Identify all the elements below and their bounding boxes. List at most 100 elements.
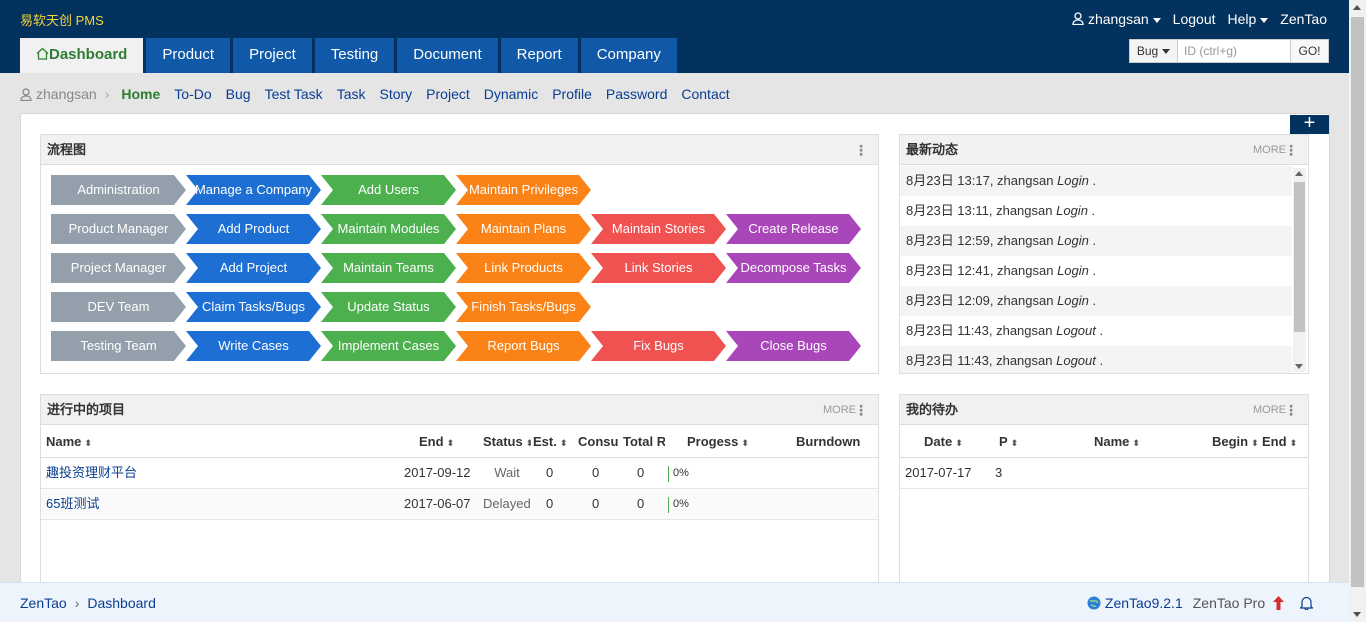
subnav-dynamic[interactable]: Dynamic bbox=[484, 86, 538, 102]
project-estimate: 0 bbox=[546, 465, 554, 480]
subnav-todo[interactable]: To-Do bbox=[174, 86, 211, 102]
tab-testing[interactable]: Testing bbox=[314, 38, 395, 73]
dynamic-item[interactable]: 8月23日 12:41, zhangsan Login . bbox=[900, 256, 1292, 286]
scroll-down-icon[interactable] bbox=[1353, 612, 1361, 617]
col-consumed[interactable]: Consu bbox=[578, 425, 620, 458]
subnav-home[interactable]: Home bbox=[121, 86, 160, 102]
flow-step: Add Project bbox=[186, 253, 321, 283]
sort-icon: ⬍ bbox=[559, 438, 568, 448]
col-estimate[interactable]: Est. ⬍ bbox=[533, 425, 567, 460]
zentao-link[interactable]: ZenTao bbox=[1280, 11, 1327, 27]
help-menu[interactable]: Help bbox=[1228, 11, 1269, 27]
more-link[interactable]: MORE bbox=[1253, 395, 1286, 425]
search-type-label: Bug bbox=[1136, 44, 1159, 58]
col-name[interactable]: Name ⬍ bbox=[46, 425, 92, 460]
col-burndown: Burndown bbox=[796, 434, 861, 449]
dynamic-item[interactable]: 8月23日 11:43, zhangsan Logout . bbox=[900, 346, 1292, 373]
brand-title[interactable]: 易软天创 PMS bbox=[20, 10, 104, 29]
more-link[interactable]: MORE bbox=[823, 395, 856, 425]
subnav-task[interactable]: Task bbox=[337, 86, 366, 102]
search-type-select[interactable]: Bug bbox=[1130, 40, 1178, 62]
search-go-button[interactable]: GO! bbox=[1290, 40, 1328, 62]
zentao-pro-link[interactable]: ZenTao Pro bbox=[1193, 595, 1284, 611]
bell-icon[interactable] bbox=[1300, 596, 1313, 610]
dynamic-item[interactable]: 8月23日 13:11, zhangsan Login . bbox=[900, 196, 1292, 226]
flow-step: Add Product bbox=[186, 214, 321, 244]
more-options-icon[interactable]: ⋮ bbox=[854, 395, 868, 425]
flow-row: Administration Manage a Company Add Users M… bbox=[51, 175, 591, 205]
tab-document[interactable]: Document bbox=[397, 38, 498, 73]
search-input[interactable]: ID (ctrl+g) bbox=[1178, 40, 1290, 62]
dynamic-scrollbar[interactable] bbox=[1293, 168, 1306, 372]
more-options-icon[interactable]: ⋮ bbox=[854, 135, 868, 165]
subnav-contact[interactable]: Contact bbox=[681, 86, 729, 102]
table-row[interactable]: 2017-07-17 3 bbox=[900, 458, 1308, 489]
panel-title: 进行中的项目 bbox=[47, 402, 126, 417]
tab-product[interactable]: Product bbox=[146, 38, 231, 73]
user-menu[interactable]: zhangsan bbox=[1072, 11, 1161, 27]
subnav-test-task[interactable]: Test Task bbox=[265, 86, 323, 102]
tab-report[interactable]: Report bbox=[500, 38, 578, 73]
col-end[interactable]: End ⬍ bbox=[1262, 425, 1297, 460]
scroll-thumb[interactable] bbox=[1294, 182, 1305, 332]
project-total: 0 bbox=[637, 465, 645, 480]
col-name[interactable]: Name ⬍ bbox=[1094, 425, 1140, 460]
dynamic-action: Logout bbox=[1056, 353, 1096, 368]
flow-step: Update Status bbox=[321, 292, 456, 322]
col-priority[interactable]: P ⬍ bbox=[999, 425, 1018, 460]
breadcrumb-zentao[interactable]: ZenTao bbox=[20, 595, 67, 611]
dynamic-item[interactable]: 8月23日 11:43, zhangsan Logout . bbox=[900, 316, 1292, 346]
col-end[interactable]: End ⬍ bbox=[419, 425, 454, 460]
page-scrollbar[interactable] bbox=[1349, 0, 1366, 622]
col-total[interactable]: Total R bbox=[623, 425, 665, 458]
user-icon bbox=[20, 87, 32, 101]
subnav-profile[interactable]: Profile bbox=[552, 86, 592, 102]
dynamic-tail: . bbox=[1091, 203, 1096, 218]
breadcrumb-dashboard[interactable]: Dashboard bbox=[87, 595, 156, 611]
subnav-story[interactable]: Story bbox=[379, 86, 412, 102]
scroll-down-icon[interactable] bbox=[1295, 364, 1303, 369]
user-menu-label: zhangsan bbox=[1087, 11, 1149, 27]
col-date[interactable]: Date ⬍ bbox=[924, 425, 963, 460]
flow-step: Manage a Company bbox=[186, 175, 321, 205]
dynamic-list: 8月23日 13:17, zhangsan Login . 8月23日 13:11… bbox=[900, 166, 1292, 373]
project-name-link[interactable]: 65班测试 bbox=[46, 489, 386, 519]
scroll-up-icon[interactable] bbox=[1295, 171, 1303, 176]
scroll-up-icon[interactable] bbox=[1353, 5, 1361, 10]
flow-step: Create Release bbox=[726, 214, 861, 244]
dynamic-date: 8月23日 11:43, zhangsan bbox=[906, 323, 1053, 338]
flow-step: Link Products bbox=[456, 253, 591, 283]
dynamic-item[interactable]: 8月23日 12:09, zhangsan Login . bbox=[900, 286, 1292, 316]
dynamic-tail: . bbox=[1092, 173, 1097, 188]
dynamic-item[interactable]: 8月23日 13:17, zhangsan Login . bbox=[900, 166, 1292, 196]
col-begin[interactable]: Begin ⬍ bbox=[1212, 425, 1259, 460]
subnav-project[interactable]: Project bbox=[426, 86, 470, 102]
scroll-thumb[interactable] bbox=[1351, 17, 1364, 587]
table-row[interactable]: 趣投资理财平台 2017-09-12 Wait 0 0 0 0% bbox=[41, 458, 878, 489]
tab-project[interactable]: Project bbox=[233, 38, 312, 73]
flow-row: Project Manager Add Project Maintain Teams… bbox=[51, 253, 861, 283]
col-progress[interactable]: Progess ⬍ bbox=[687, 425, 749, 460]
col-status[interactable]: Status⬍ bbox=[483, 425, 531, 460]
logout-link[interactable]: Logout bbox=[1173, 11, 1216, 27]
project-consumed: 0 bbox=[592, 465, 600, 480]
project-status: Delayed bbox=[483, 496, 531, 511]
dynamic-tail: . bbox=[1099, 353, 1104, 368]
add-block-button[interactable]: + bbox=[1290, 113, 1329, 134]
version-link[interactable]: ZenTao9.2.1 bbox=[1087, 595, 1183, 611]
todo-table-body: 2017-07-17 3 bbox=[900, 458, 1308, 489]
sort-icon: ⬍ bbox=[526, 438, 531, 448]
more-link[interactable]: MORE bbox=[1253, 135, 1286, 165]
more-options-icon[interactable]: ⋮ bbox=[1284, 135, 1298, 165]
subnav-bug[interactable]: Bug bbox=[226, 86, 251, 102]
more-options-icon[interactable]: ⋮ bbox=[1284, 395, 1298, 425]
project-name-link[interactable]: 趣投资理财平台 bbox=[46, 458, 386, 488]
top-header: 易软天创 PMS zhangsan Logout Help ZenTao Das… bbox=[0, 0, 1349, 73]
tab-dashboard[interactable]: Dashboard bbox=[20, 38, 144, 73]
breadcrumb-user[interactable]: zhangsan › bbox=[20, 86, 109, 102]
tab-company[interactable]: Company bbox=[580, 38, 677, 73]
todo-table-header: Date ⬍ P ⬍ Name ⬍ Begin ⬍ End ⬍ bbox=[900, 425, 1308, 458]
dynamic-item[interactable]: 8月23日 12:59, zhangsan Login . bbox=[900, 226, 1292, 256]
subnav-password[interactable]: Password bbox=[606, 86, 667, 102]
table-row[interactable]: 65班测试 2017-06-07 Delayed 0 0 0 0% bbox=[41, 489, 878, 520]
